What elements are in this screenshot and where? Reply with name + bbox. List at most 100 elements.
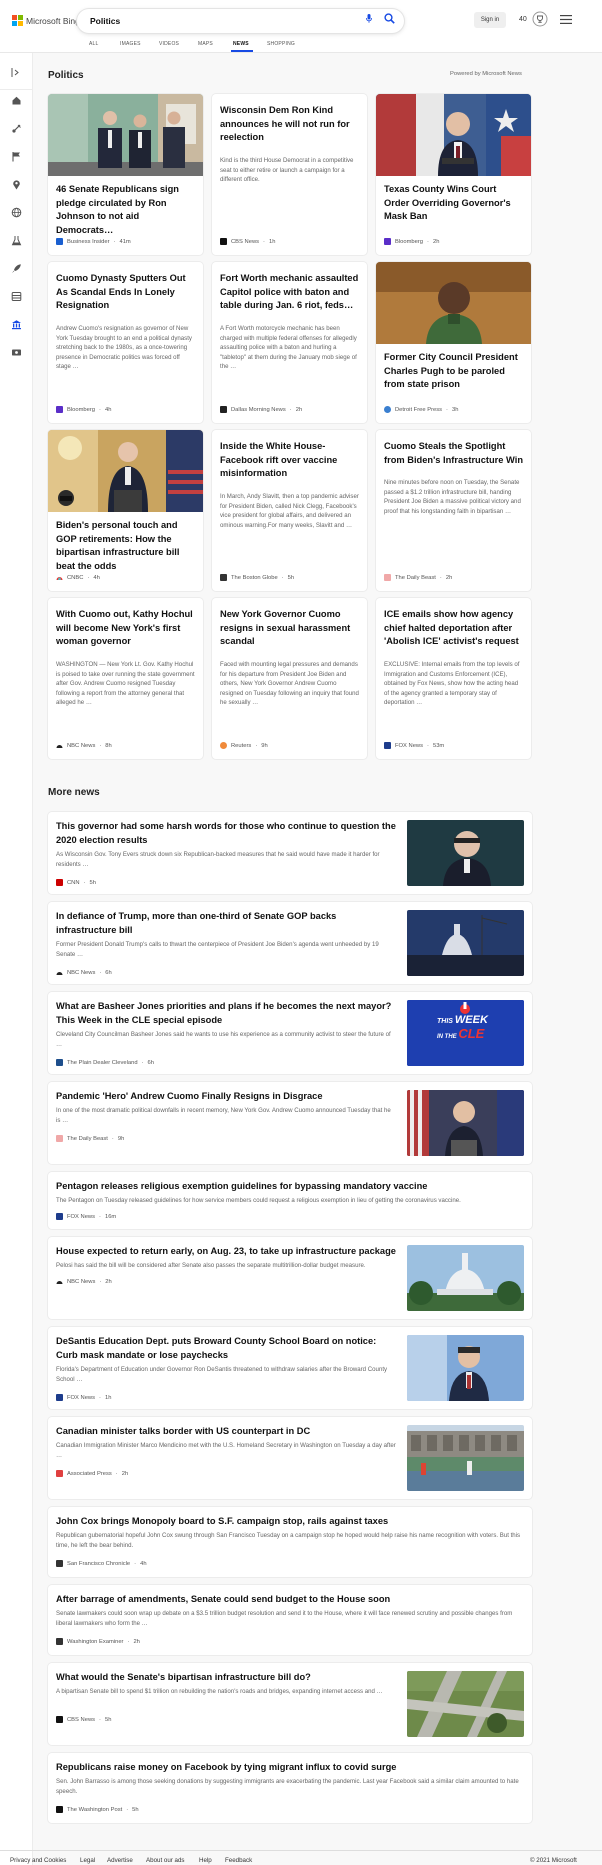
hamburger-menu-icon[interactable] — [560, 15, 572, 24]
card-snippet: Andrew Cuomo's resignation as governor o… — [56, 325, 192, 370]
money-icon[interactable] — [11, 347, 22, 358]
news-list-item[interactable]: House expected to return early, on Aug. … — [48, 1237, 532, 1319]
card-title[interactable]: Cuomo Steals the Spotlight from Biden's … — [384, 440, 524, 467]
news-card[interactable]: With Cuomo out, Kathy Hochul will become… — [48, 598, 203, 759]
card-title[interactable]: Wisconsin Dem Ron Kind announces he will… — [220, 104, 360, 145]
footer-link-advertise[interactable]: Advertise — [107, 1857, 133, 1864]
news-card[interactable]: Fort Worth mechanic assaulted Capitol po… — [212, 262, 367, 423]
provider-logo-icon — [56, 238, 63, 245]
expand-icon[interactable] — [11, 67, 22, 78]
tab-news[interactable]: NEWS — [233, 41, 249, 47]
news-card[interactable]: ICE emails show how agency chief halted … — [376, 598, 531, 759]
search-icon[interactable] — [384, 13, 395, 24]
news-list-item[interactable]: DeSantis Education Dept. puts Broward Co… — [48, 1327, 532, 1409]
section-title-politics: Politics — [48, 70, 84, 81]
news-list-item[interactable]: Pentagon releases religious exemption gu… — [48, 1172, 532, 1229]
item-title[interactable]: House expected to return early, on Aug. … — [56, 1245, 396, 1259]
item-image: THIS WEEK IN THE CLE — [407, 1000, 524, 1066]
item-snippet: Cleveland City Councilman Basheer Jones … — [56, 1031, 391, 1048]
news-list-item[interactable]: Republicans raise money on Facebook by t… — [48, 1753, 532, 1823]
rewards-trophy-icon[interactable] — [532, 11, 548, 27]
item-title[interactable]: What would the Senate's bipartisan infra… — [56, 1671, 396, 1685]
nbc-peacock-icon — [56, 577, 63, 580]
news-card[interactable]: Texas County Wins Court Order Overriding… — [376, 94, 531, 255]
item-title[interactable]: Pentagon releases religious exemption gu… — [56, 1180, 524, 1194]
footer-link-feedback[interactable]: Feedback — [225, 1857, 252, 1864]
item-title[interactable]: John Cox brings Monopoly board to S.F. c… — [56, 1515, 524, 1529]
item-provider: The Washington Post · 5h — [56, 1806, 139, 1813]
microphone-icon[interactable] — [366, 14, 372, 23]
sign-in-button[interactable]: Sign in — [474, 12, 506, 28]
item-provider: San Francisco Chronicle · 4h — [56, 1560, 147, 1567]
flag-icon[interactable] — [11, 151, 22, 162]
news-list-item[interactable]: John Cox brings Monopoly board to S.F. c… — [48, 1507, 532, 1577]
entertainment-icon[interactable] — [11, 291, 22, 302]
card-title[interactable]: Texas County Wins Court Order Overriding… — [384, 183, 524, 224]
card-title[interactable]: Cuomo Dynasty Sputters Out As Scandal En… — [56, 272, 196, 313]
card-title[interactable]: Fort Worth mechanic assaulted Capitol po… — [220, 272, 360, 313]
item-title[interactable]: In defiance of Trump, more than one-thir… — [56, 910, 396, 937]
tab-all[interactable]: ALL — [89, 41, 99, 47]
news-list-item[interactable]: Pandemic 'Hero' Andrew Cuomo Finally Res… — [48, 1082, 532, 1164]
item-title[interactable]: Republicans raise money on Facebook by t… — [56, 1761, 524, 1775]
sports-icon[interactable] — [11, 123, 22, 134]
news-card[interactable]: Former City Council President Charles Pu… — [376, 262, 531, 423]
item-snippet: Senate lawmakers could soon wrap up deba… — [56, 1610, 513, 1627]
card-provider: Detroit Free Press · 3h — [384, 406, 458, 413]
news-card[interactable]: Inside the White House-Facebook rift ove… — [212, 430, 367, 591]
footer-link-legal[interactable]: Legal — [80, 1857, 95, 1864]
card-title[interactable]: Biden's personal touch and GOP retiremen… — [56, 519, 196, 573]
provider-logo-icon — [56, 1716, 63, 1723]
card-title[interactable]: Inside the White House-Facebook rift ove… — [220, 440, 360, 481]
news-list-item[interactable]: After barrage of amendments, Senate coul… — [48, 1585, 532, 1655]
card-title[interactable]: 46 Senate Republicans sign pledge circul… — [56, 183, 196, 237]
card-image — [48, 430, 203, 512]
search-box[interactable] — [77, 9, 404, 33]
footer-link-about-ads[interactable]: About our ads — [146, 1857, 185, 1864]
news-card[interactable]: Cuomo Dynasty Sputters Out As Scandal En… — [48, 262, 203, 423]
item-provider: FOX News · 16m — [56, 1213, 116, 1220]
search-input[interactable] — [90, 14, 330, 28]
footer-link-privacy[interactable]: Privacy and Cookies — [10, 1857, 66, 1864]
news-card[interactable]: 46 Senate Republicans sign pledge circul… — [48, 94, 203, 255]
item-title[interactable]: This governor had some harsh words for t… — [56, 820, 396, 847]
rewards-points[interactable]: 40 — [519, 16, 527, 23]
home-icon[interactable] — [11, 95, 22, 106]
news-card[interactable]: New York Governor Cuomo resigns in sexua… — [212, 598, 367, 759]
bing-logo[interactable]: Microsoft Bing — [12, 15, 80, 26]
globe-icon[interactable] — [11, 207, 22, 218]
news-list-item[interactable]: In defiance of Trump, more than one-thir… — [48, 902, 532, 984]
news-list-item[interactable]: This governor had some harsh words for t… — [48, 812, 532, 894]
card-title[interactable]: New York Governor Cuomo resigns in sexua… — [220, 608, 360, 649]
news-card[interactable]: Wisconsin Dem Ron Kind announces he will… — [212, 94, 367, 255]
item-title[interactable]: Canadian minister talks border with US c… — [56, 1425, 396, 1439]
location-icon[interactable] — [11, 179, 22, 190]
politics-icon[interactable] — [11, 319, 22, 330]
provider-logo-icon — [56, 406, 63, 413]
footer-copyright: © 2021 Microsoft — [530, 1857, 577, 1864]
item-title[interactable]: DeSantis Education Dept. puts Broward Co… — [56, 1335, 396, 1362]
provider-logo-icon — [56, 1135, 63, 1142]
news-card[interactable]: Biden's personal touch and GOP retiremen… — [48, 430, 203, 591]
card-snippet: Kind is the third House Democrat in a co… — [220, 157, 354, 183]
tab-maps[interactable]: MAPS — [198, 41, 213, 47]
sidebar-divider — [0, 89, 33, 90]
item-title[interactable]: Pandemic 'Hero' Andrew Cuomo Finally Res… — [56, 1090, 396, 1104]
card-title[interactable]: Former City Council President Charles Pu… — [384, 351, 524, 392]
tab-shopping[interactable]: SHOPPING — [267, 41, 295, 47]
item-snippet: Republican gubernatorial hopeful John Co… — [56, 1532, 521, 1549]
card-title[interactable]: With Cuomo out, Kathy Hochul will become… — [56, 608, 196, 649]
item-title[interactable]: After barrage of amendments, Senate coul… — [56, 1593, 524, 1607]
news-list-item[interactable]: What would the Senate's bipartisan infra… — [48, 1663, 532, 1745]
news-list-item[interactable]: What are Basheer Jones priorities and pl… — [48, 992, 532, 1074]
news-list-item[interactable]: Canadian minister talks border with US c… — [48, 1417, 532, 1499]
item-title[interactable]: What are Basheer Jones priorities and pl… — [56, 1000, 396, 1027]
footer-link-help[interactable]: Help — [199, 1857, 212, 1864]
rocket-icon[interactable] — [11, 263, 22, 274]
tab-images[interactable]: IMAGES — [120, 41, 141, 47]
card-title[interactable]: ICE emails show how agency chief halted … — [384, 608, 524, 649]
news-card[interactable]: Cuomo Steals the Spotlight from Biden's … — [376, 430, 531, 591]
science-icon[interactable] — [11, 235, 22, 246]
provider-logo-icon — [220, 742, 227, 749]
tab-videos[interactable]: VIDEOS — [159, 41, 179, 47]
